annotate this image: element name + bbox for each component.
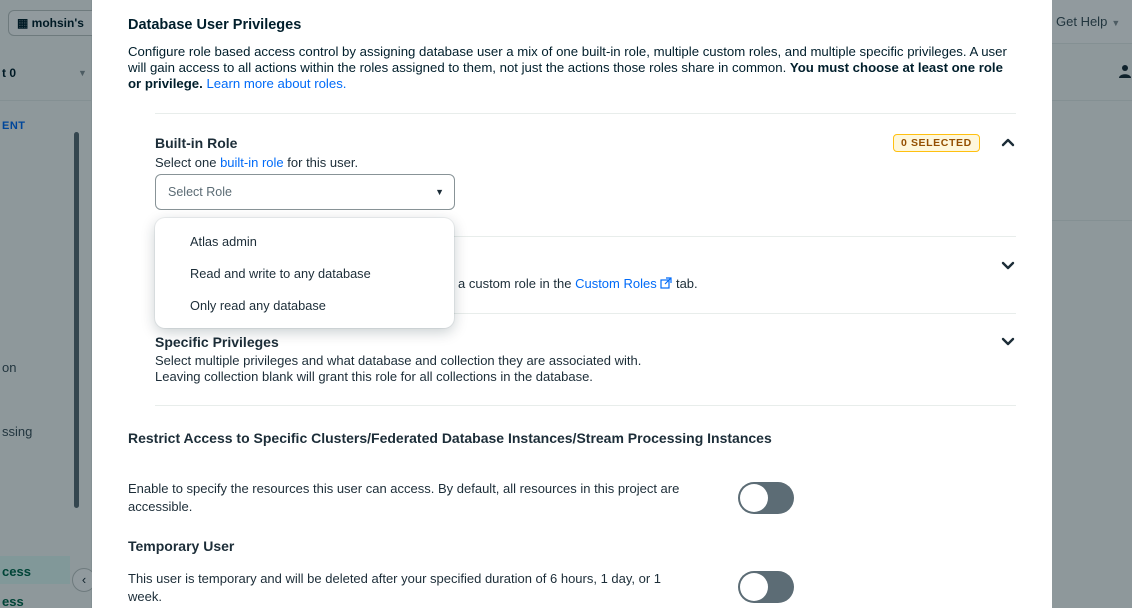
toggle-knob [740, 573, 768, 601]
section-description: Configure role based access control by a… [128, 44, 1007, 91]
expand-specific-privileges-button[interactable] [1000, 334, 1016, 350]
role-option-read-write-any[interactable]: Read and write to any database [155, 258, 454, 290]
learn-more-link[interactable]: Learn more about roles. [206, 76, 346, 91]
specific-privileges-description-line1: Select multiple privileges and what data… [155, 353, 642, 368]
custom-roles-description: a custom role in the Custom Roles tab. [458, 276, 698, 291]
divider [155, 113, 1016, 114]
chevron-down-icon [1001, 337, 1015, 346]
builtin-role-link[interactable]: built-in role [220, 155, 284, 170]
collapse-builtin-role-button[interactable] [1000, 134, 1016, 150]
custom-roles-link[interactable]: Custom Roles [575, 276, 676, 291]
section-title: Database User Privileges [128, 17, 302, 33]
external-link-icon [660, 277, 672, 289]
builtin-role-title: Built-in Role [155, 135, 238, 151]
restrict-access-title: Restrict Access to Specific Clusters/Fed… [128, 430, 772, 446]
chevron-up-icon [1001, 138, 1015, 147]
toggle-knob [740, 484, 768, 512]
role-select[interactable]: Select Role ▼ [155, 174, 455, 210]
specific-privileges-description-line2: Leaving collection blank will grant this… [155, 369, 593, 384]
restrict-access-toggle[interactable] [738, 482, 794, 514]
restrict-access-description: Enable to specify the resources this use… [128, 481, 680, 514]
builtin-role-description: Select one built-in role for this user. [155, 155, 359, 170]
selected-count-badge: 0 SELECTED [893, 134, 980, 152]
specific-privileges-title: Specific Privileges [155, 334, 279, 350]
temporary-user-description: This user is temporary and will be delet… [128, 571, 662, 604]
role-option-atlas-admin[interactable]: Atlas admin [155, 226, 454, 258]
divider [155, 405, 1016, 406]
temporary-user-title: Temporary User [128, 538, 235, 554]
database-user-modal: Database User Privileges Configure role … [92, 0, 1052, 608]
role-dropdown-menu: Atlas admin Read and write to any databa… [155, 218, 454, 328]
role-option-read-only-any[interactable]: Only read any database [155, 290, 454, 322]
chevron-down-icon [1001, 261, 1015, 270]
caret-down-icon: ▼ [435, 187, 444, 197]
expand-custom-roles-button[interactable] [1000, 258, 1016, 274]
temporary-user-toggle[interactable] [738, 571, 794, 603]
